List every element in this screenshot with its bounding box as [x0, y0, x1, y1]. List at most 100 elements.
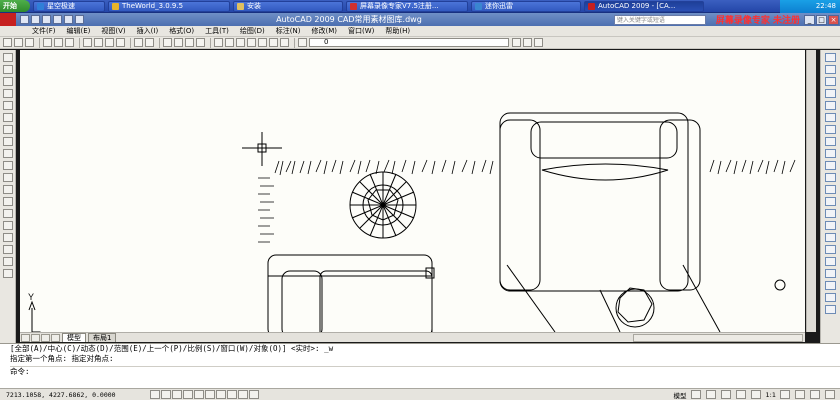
quick-view-layouts-icon[interactable]	[690, 390, 701, 399]
menu-help[interactable]: 帮助(H)	[385, 26, 410, 36]
quick-properties-toggle[interactable]	[249, 390, 259, 399]
rectangle-icon[interactable]	[3, 101, 13, 110]
publish-icon[interactable]	[65, 38, 74, 47]
horizontal-scrollbar[interactable]	[633, 334, 803, 342]
sofa-block[interactable]	[267, 254, 435, 332]
model-space-toggle[interactable]: 模型	[674, 390, 687, 400]
cut-icon[interactable]	[83, 38, 92, 47]
extend-icon[interactable]	[825, 173, 836, 182]
pan-icon[interactable]	[163, 38, 172, 47]
last-tab-button[interactable]	[51, 334, 60, 342]
calculator-icon[interactable]	[269, 38, 278, 47]
trim-icon[interactable]	[825, 161, 836, 170]
tool-palettes-icon[interactable]	[236, 38, 245, 47]
layer-combo[interactable]: 0	[309, 38, 509, 47]
join-icon[interactable]	[825, 209, 836, 218]
toolbar-lock-icon[interactable]	[810, 390, 820, 399]
annotation-visibility-icon[interactable]	[780, 390, 790, 399]
menu-dimension[interactable]: 标注(N)	[276, 26, 301, 36]
region-icon[interactable]	[3, 245, 13, 254]
hatch-icon[interactable]	[3, 221, 13, 230]
menu-window[interactable]: 窗口(W)	[348, 26, 374, 36]
vertical-scrollbar[interactable]	[806, 50, 816, 332]
first-tab-button[interactable]	[21, 334, 30, 342]
menu-format[interactable]: 格式(O)	[169, 26, 194, 36]
qa-save-icon[interactable]	[42, 15, 51, 24]
task-button-screen-recorder[interactable]: 屏幕录像专家V7.5注册...	[346, 0, 468, 12]
array-icon[interactable]	[825, 101, 836, 110]
mirror-icon[interactable]	[825, 77, 836, 86]
polyline-icon[interactable]	[3, 77, 13, 86]
move-icon[interactable]	[825, 113, 836, 122]
autocad-logo-icon[interactable]	[0, 13, 16, 26]
drawing-canvas[interactable]: Y X	[20, 50, 805, 332]
menu-draw[interactable]: 绘图(D)	[240, 26, 265, 36]
snap-center-icon[interactable]	[825, 293, 836, 302]
construction-line-icon[interactable]	[3, 65, 13, 74]
task-button-xunlei[interactable]: 迷你迅雷	[471, 0, 581, 12]
minimize-button[interactable]: _	[804, 14, 815, 25]
hedge-left[interactable]	[274, 159, 494, 176]
copy-object-icon[interactable]	[825, 65, 836, 74]
snap-endpoint-icon[interactable]	[825, 269, 836, 278]
hedge-right[interactable]	[709, 159, 796, 175]
properties-icon[interactable]	[214, 38, 223, 47]
ellipse-arc-icon[interactable]	[3, 173, 13, 182]
qa-redo-icon[interactable]	[75, 15, 84, 24]
table-icon[interactable]	[3, 257, 13, 266]
point-icon[interactable]	[3, 209, 13, 218]
menu-tools[interactable]: 工具(T)	[205, 26, 229, 36]
lineweight-toggle[interactable]	[238, 390, 248, 399]
chamfer-icon[interactable]	[825, 221, 836, 230]
redo-icon[interactable]	[145, 38, 154, 47]
ortho-toggle[interactable]	[172, 390, 182, 399]
ducs-toggle[interactable]	[216, 390, 226, 399]
break-at-point-icon[interactable]	[825, 185, 836, 194]
quick-view-drawings-icon[interactable]	[705, 390, 716, 399]
prev-tab-button[interactable]	[31, 334, 40, 342]
dyn-toggle[interactable]	[227, 390, 237, 399]
layer-states-icon[interactable]	[534, 38, 543, 47]
qa-open-icon[interactable]	[31, 15, 40, 24]
insert-block-icon[interactable]	[3, 185, 13, 194]
snap-quadrant-icon[interactable]	[825, 305, 836, 314]
hedge-vertical[interactable]	[258, 177, 274, 243]
qa-new-icon[interactable]	[20, 15, 29, 24]
break-icon[interactable]	[825, 197, 836, 206]
next-tab-button[interactable]	[41, 334, 50, 342]
menu-insert[interactable]: 插入(I)	[137, 26, 159, 36]
revision-cloud-icon[interactable]	[3, 137, 13, 146]
menu-file[interactable]: 文件(F)	[32, 26, 56, 36]
polar-toggle[interactable]	[183, 390, 193, 399]
small-circles[interactable]	[615, 279, 786, 328]
close-button[interactable]: ×	[828, 14, 839, 25]
zoom-status-icon[interactable]	[735, 390, 746, 399]
zoom-realtime-icon[interactable]	[174, 38, 183, 47]
qa-undo-icon[interactable]	[64, 15, 73, 24]
snap-midpoint-icon[interactable]	[825, 281, 836, 290]
copy-icon[interactable]	[94, 38, 103, 47]
fillet-icon[interactable]	[825, 233, 836, 242]
help-icon[interactable]	[280, 38, 289, 47]
tab-layout1[interactable]: 布局1	[88, 333, 117, 342]
explode-icon[interactable]	[825, 245, 836, 254]
make-block-icon[interactable]	[3, 197, 13, 206]
spline-icon[interactable]	[3, 149, 13, 158]
offset-icon[interactable]	[825, 89, 836, 98]
help-search-input[interactable]: 键入关键字或短语	[613, 14, 706, 25]
cad-drawing[interactable]: Y X	[20, 50, 805, 332]
tab-model[interactable]: 模型	[62, 333, 86, 342]
draworder-icon[interactable]	[825, 257, 836, 266]
plot-icon[interactable]	[43, 38, 52, 47]
armchair-block[interactable]	[499, 112, 701, 292]
ellipse-icon[interactable]	[3, 161, 13, 170]
layer-previous-icon[interactable]	[523, 38, 532, 47]
markup-icon[interactable]	[258, 38, 267, 47]
maximize-button[interactable]: □	[816, 14, 827, 25]
new-file-icon[interactable]	[3, 38, 12, 47]
command-window[interactable]: [全部(A)/中心(C)/动态(D)/范围(E)/上一个(P)/比例(S)/窗口…	[0, 343, 840, 388]
start-button[interactable]: 开始	[0, 0, 30, 12]
erase-icon[interactable]	[825, 53, 836, 62]
undo-icon[interactable]	[134, 38, 143, 47]
menu-modify[interactable]: 修改(M)	[311, 26, 337, 36]
